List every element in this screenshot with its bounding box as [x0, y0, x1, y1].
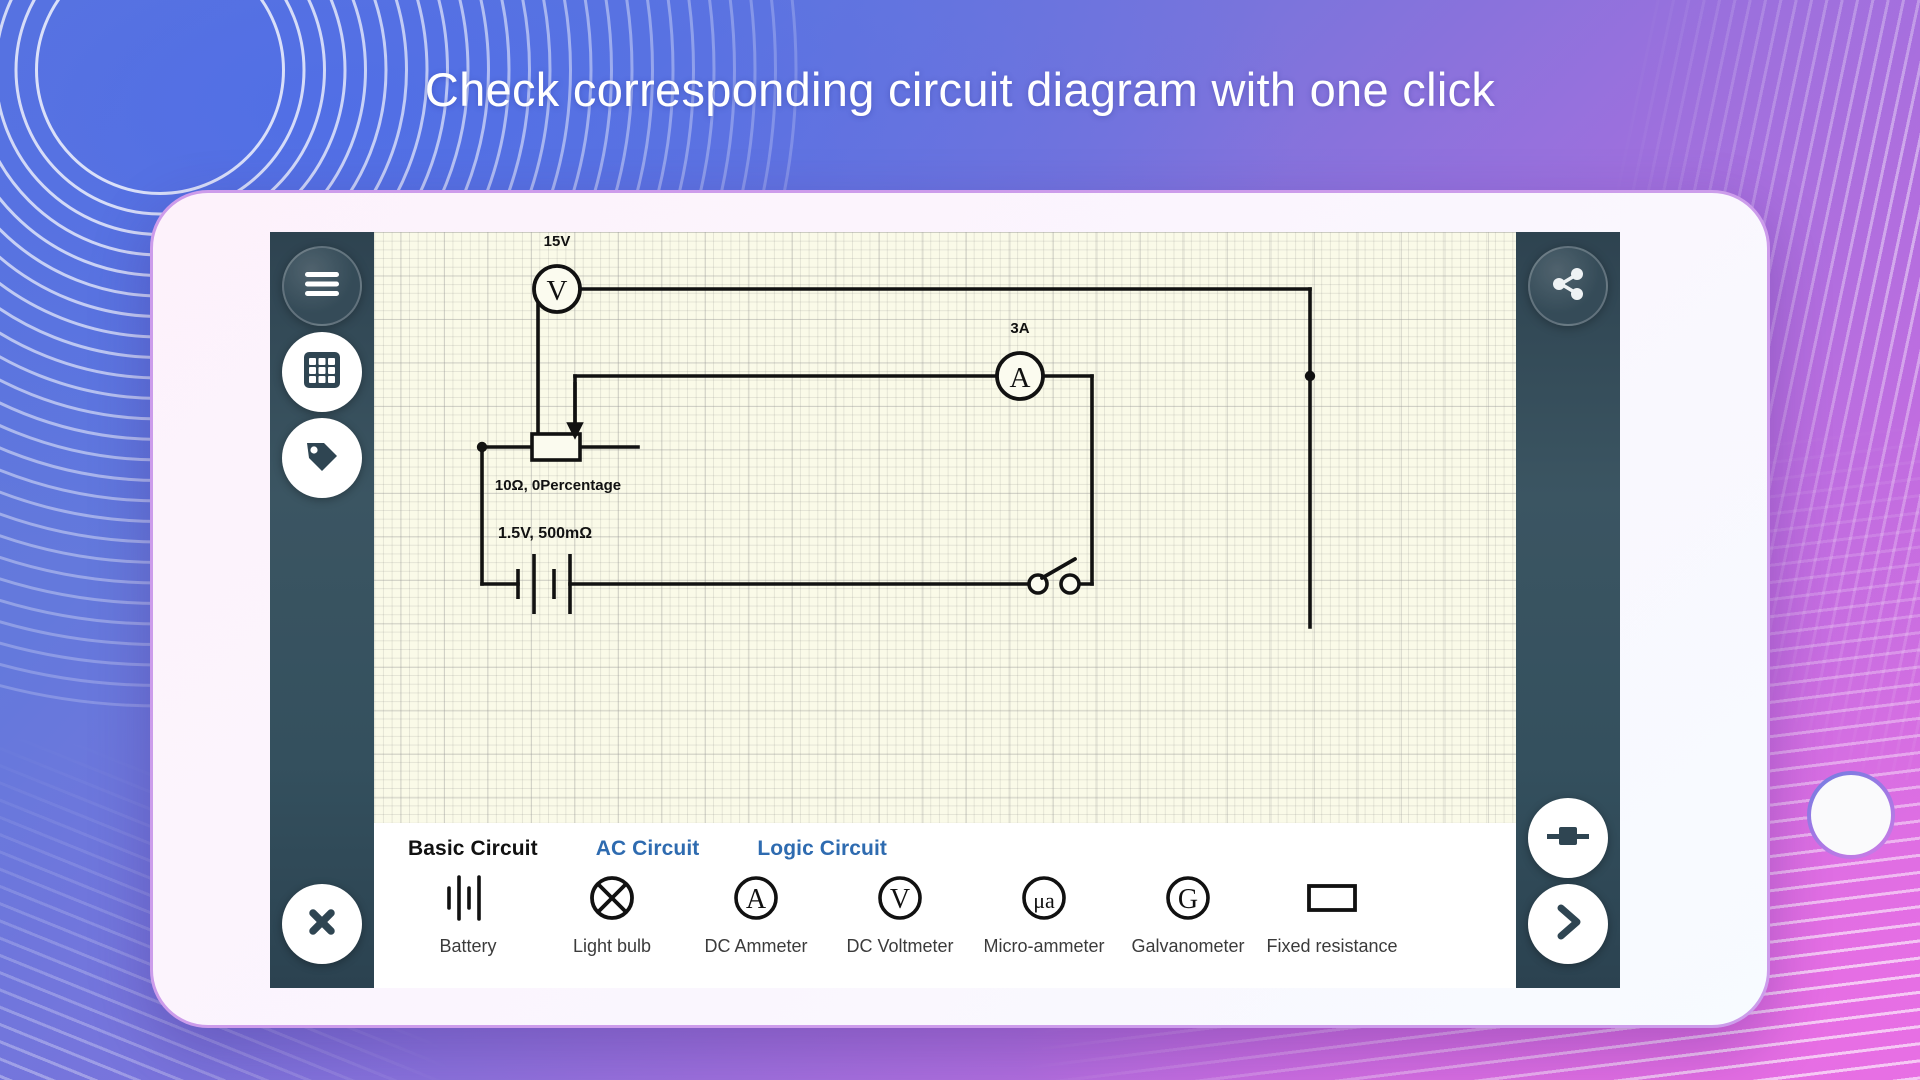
palette-item-light-bulb[interactable]: Light bulb [540, 869, 684, 957]
grid-icon [302, 350, 342, 395]
next-button[interactable] [1528, 884, 1608, 964]
svg-text:μa: μa [1033, 888, 1055, 913]
battery-label: 1.5V, 500mΩ [498, 525, 592, 542]
circuit-category-tabs: Basic Circuit AC Circuit Logic Circuit [374, 823, 1516, 861]
menu-button[interactable] [282, 246, 362, 326]
battery-symbol [516, 554, 572, 614]
svg-text:A: A [1010, 362, 1031, 394]
ammeter-symbol-icon: A [725, 869, 787, 927]
ammeter-symbol: A [995, 351, 1045, 401]
label-button[interactable] [282, 418, 362, 498]
chevron-right-icon [1551, 903, 1585, 946]
svg-text:V: V [890, 884, 910, 915]
palette-item-label: Micro-ammeter [983, 936, 1105, 956]
palette-item-label: DC Voltmeter [846, 936, 954, 956]
lightbulb-symbol-icon [581, 869, 643, 927]
svg-text:V: V [547, 275, 568, 307]
microammeter-symbol-icon: μa [1013, 869, 1075, 927]
component-palette: Battery Light bulb A DC Ammeter V DC Voltmete… [374, 861, 1516, 957]
component-panel: Basic Circuit AC Circuit Logic Circuit Bat… [374, 823, 1516, 988]
tab-logic-circuit[interactable]: Logic Circuit [757, 837, 887, 861]
junction-dot [1304, 370, 1316, 382]
voltmeter-symbol: V [532, 264, 582, 314]
palette-item-label: Battery [439, 936, 497, 956]
palette-item-galvanometer[interactable]: G Galvanometer [1116, 869, 1260, 957]
palette-item-fixed-resistance[interactable]: Fixed resistance [1260, 869, 1404, 957]
junction-dot [476, 441, 488, 453]
resistor-symbol [530, 432, 582, 462]
palette-item-dc-voltmeter[interactable]: V DC Voltmeter [828, 869, 972, 957]
tab-ac-circuit[interactable]: AC Circuit [596, 837, 700, 861]
palette-item-dc-ammeter[interactable]: A DC Ammeter [684, 869, 828, 957]
palette-item-label: DC Ammeter [704, 936, 808, 956]
menu-icon [303, 270, 341, 303]
ammeter-label: 3A [1010, 320, 1029, 337]
voltmeter-label: 15V [544, 233, 571, 250]
switch-symbol [1027, 557, 1081, 595]
palette-item-battery[interactable]: Battery [396, 869, 540, 957]
tab-basic-circuit[interactable]: Basic Circuit [408, 837, 538, 861]
palette-item-label: Galvanometer [1131, 936, 1245, 956]
voltmeter-symbol-icon: V [869, 869, 931, 927]
resistor-symbol-icon [1301, 869, 1363, 927]
svg-text:A: A [746, 884, 767, 915]
share-button[interactable] [1528, 246, 1608, 326]
resistor-label: 10Ω, 0Percentage [495, 477, 621, 494]
component-button[interactable] [1528, 798, 1608, 878]
phone-home-button[interactable] [1807, 771, 1895, 859]
tag-icon [303, 437, 341, 480]
close-icon [304, 904, 340, 945]
palette-item-micro-ammeter[interactable]: μa Micro-ammeter [972, 869, 1116, 957]
app-screen: V 15V A 3A 10Ω, 0Percentage 1.5V, 500mΩ [270, 232, 1620, 988]
close-button[interactable] [282, 884, 362, 964]
resistor-icon [1546, 823, 1590, 854]
palette-item-label: Fixed resistance [1266, 936, 1398, 956]
svg-text:G: G [1178, 884, 1198, 915]
battery-symbol-icon [437, 869, 499, 927]
page-title: Check corresponding circuit diagram with… [424, 63, 1496, 116]
share-icon [1549, 265, 1587, 308]
galvanometer-symbol-icon: G [1157, 869, 1219, 927]
palette-item-label: Light bulb [572, 936, 652, 956]
grid-button[interactable] [282, 332, 362, 412]
